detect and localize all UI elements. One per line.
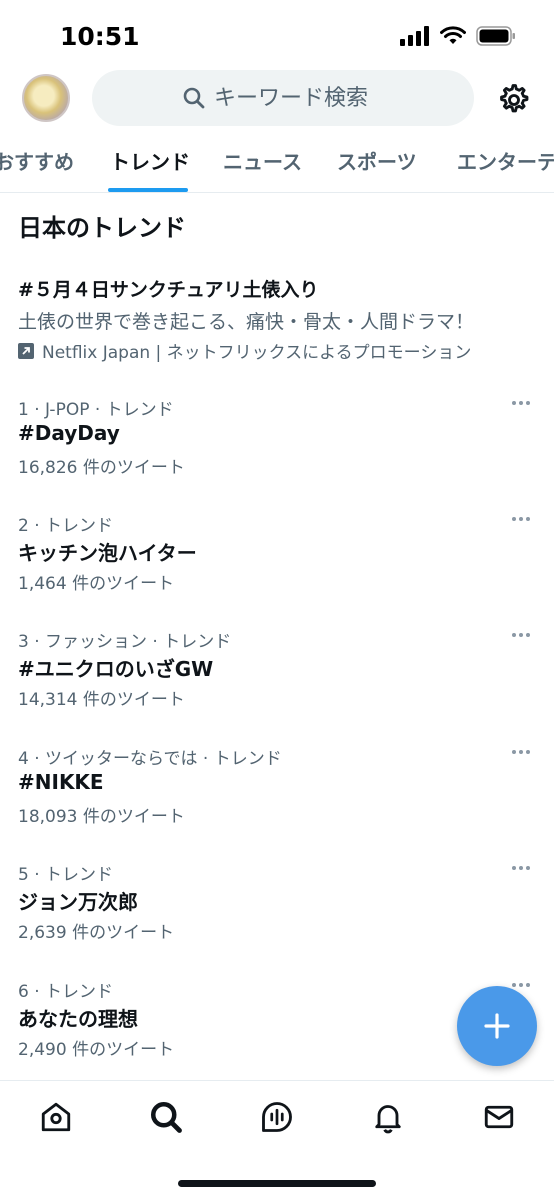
trend-item[interactable]: 3 · ファッション · トレンド #ユニクロのいざGW 14,314 件のツイ… [0,627,554,743]
trend-meta: 2 · トレンド [18,516,114,536]
trend-count: 2,490 件のツイート [18,1040,175,1060]
tab-bar: おすすめ トレンド ニュース スポーツ エンターテ [0,132,554,193]
trend-meta: 3 · ファッション · トレンド [18,632,232,652]
bell-icon [375,1105,401,1134]
trend-name: キッチン泡ハイター [18,541,197,565]
more-options-icon[interactable] [512,744,536,760]
settings-button[interactable] [496,82,532,118]
settings-icon [500,84,529,113]
trend-count: 18,093 件のツイート [18,807,185,827]
battery-icon [476,26,515,46]
spaces-icon [262,1102,292,1132]
status-bar: 10:51 [0,0,554,70]
trend-meta: 6 · トレンド [18,982,114,1002]
promoted-icon [18,342,34,359]
trend-count: 1,464 件のツイート [18,574,175,594]
trend-name: #DayDay [18,421,120,445]
plus-icon [484,1013,510,1039]
trend-meta: 5 · トレンド [18,865,114,885]
signal-icon [400,26,429,46]
trend-item[interactable]: 2 · トレンド キッチン泡ハイター 1,464 件のツイート [0,511,554,627]
nav-home[interactable] [38,1099,74,1135]
trend-name: あなたの理想 [18,1007,138,1031]
search-box[interactable] [92,70,474,126]
trend-count: 16,826 件のツイート [18,458,185,478]
trend-count: 2,639 件のツイート [18,923,175,943]
promo-attribution: Netflix Japan | ネットフリックスによるプロモーション [18,338,471,363]
trend-meta: 1 · J-POP · トレンド [18,400,174,420]
trend-name: #ユニクロのいざGW [18,657,214,681]
promo-by-label: Netflix Japan | ネットフリックスによるプロモーション [42,343,472,363]
trend-item[interactable]: 1 · J-POP · トレンド #DayDay 16,826 件のツイート [0,395,554,511]
tab-trends[interactable]: トレンド [110,146,190,175]
status-time: 10:51 [60,22,140,51]
search-input[interactable] [214,85,384,111]
tab-news[interactable]: ニュース [223,146,302,175]
nav-notifications[interactable] [370,1099,406,1135]
nav-spaces[interactable] [259,1099,295,1135]
trend-meta: 4 · ツイッターならでは · トレンド [18,749,282,769]
trend-name: ジョン万次郎 [18,890,138,914]
more-options-icon[interactable] [512,395,536,411]
avatar[interactable] [22,74,70,122]
active-tab-indicator [108,188,188,192]
nav-search[interactable] [148,1099,184,1135]
trend-name: #NIKKE [18,770,104,794]
promo-title: #５月４日サンクチュアリ土俵入り [18,279,319,301]
more-options-icon[interactable] [512,627,536,643]
mail-icon [484,1105,514,1129]
promo-subtitle: 土俵の世界で巻き起こる、痛快・骨太・人間ドラマ！ [18,311,475,333]
more-options-icon[interactable] [512,511,536,527]
top-bar [0,70,554,130]
trend-item[interactable]: 4 · ツイッターならでは · トレンド #NIKKE 18,093 件のツイー… [0,744,554,860]
trend-count: 14,314 件のツイート [18,690,185,710]
search-icon [151,1102,182,1133]
nav-messages[interactable] [481,1099,517,1135]
home-indicator[interactable] [178,1180,376,1187]
tab-sports[interactable]: スポーツ [337,146,417,175]
status-icons [400,26,516,46]
home-icon [41,1102,71,1132]
search-icon [183,87,205,109]
compose-button[interactable] [457,986,537,1066]
trend-item[interactable]: 5 · トレンド ジョン万次郎 2,639 件のツイート [0,860,554,976]
section-title: 日本のトレンド [18,214,186,242]
tab-recommended[interactable]: おすすめ [0,146,74,175]
more-options-icon[interactable] [512,860,536,876]
tab-entertainment[interactable]: エンターテ [457,146,554,175]
wifi-icon [440,26,466,44]
